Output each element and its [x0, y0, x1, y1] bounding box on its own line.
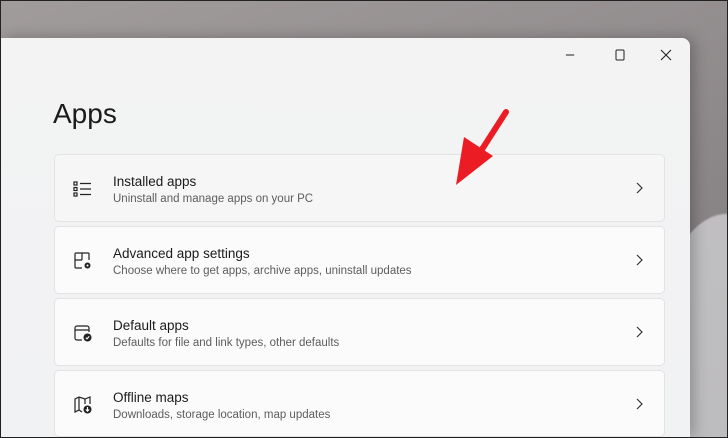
- annotation-arrow: [456, 109, 509, 185]
